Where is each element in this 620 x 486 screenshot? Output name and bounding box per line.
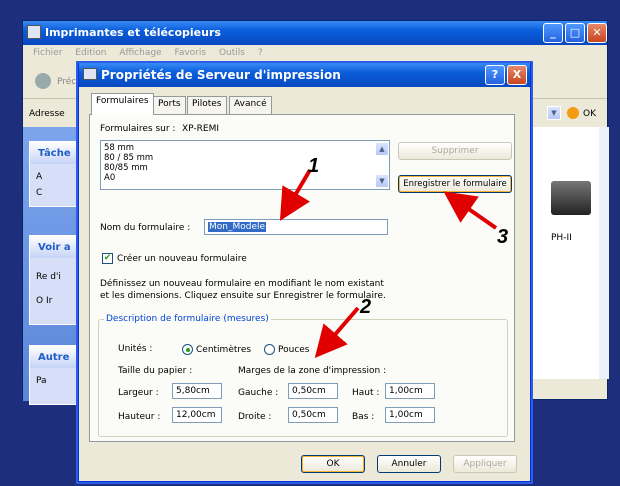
annotation-arrow-3 — [443, 191, 498, 230]
annotation-arrow-1 — [279, 168, 312, 221]
tab-formulaires[interactable]: Formulaires — [91, 93, 154, 115]
annotation-arrow-2 — [314, 306, 360, 359]
annotation-layer — [279, 168, 498, 359]
annotation-label-2: 2 — [360, 296, 372, 318]
annotation-label-3: 3 — [497, 226, 509, 248]
annotation-label-1: 1 — [308, 155, 320, 177]
